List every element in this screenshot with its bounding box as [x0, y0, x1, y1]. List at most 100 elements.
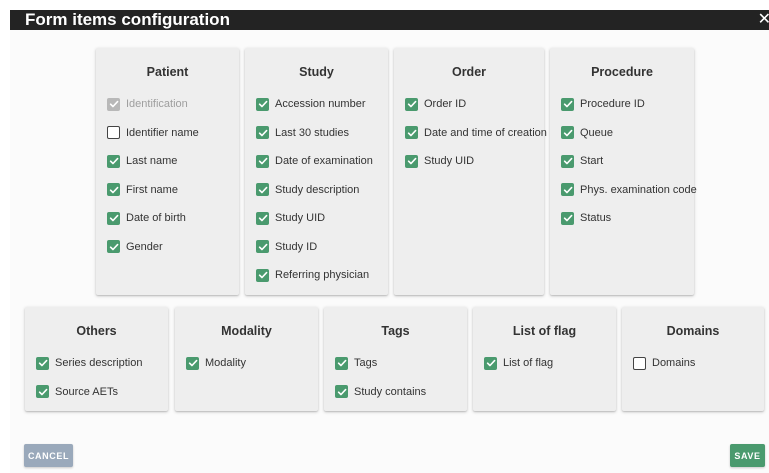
checkbox-label: Tags	[354, 357, 378, 369]
group-title: Others	[76, 324, 117, 338]
checkbox-item[interactable]: Identifier name	[107, 125, 199, 141]
checkbox-item[interactable]: Source AETs	[36, 384, 118, 400]
checkbox-checked-icon[interactable]	[36, 356, 49, 370]
checkbox-checked-icon[interactable]	[561, 183, 574, 196]
group-card-procedure: Procedure Procedure ID Queue Start Phys. exa…	[550, 48, 697, 295]
checkbox-label: Start	[580, 155, 604, 167]
cancel-button[interactable]: CANCEL	[24, 444, 73, 467]
checkbox-item[interactable]: Accession number	[256, 96, 366, 112]
checkbox-item[interactable]: Last name	[107, 153, 177, 169]
checkbox-item[interactable]: Modality	[186, 355, 246, 371]
checkbox-item[interactable]: Date of examination	[256, 153, 373, 169]
checkbox-item[interactable]: Gender	[107, 239, 163, 255]
checkbox-checked-icon[interactable]	[561, 97, 574, 111]
checkbox-item[interactable]: Phys. examination code	[561, 182, 697, 198]
checkbox-item[interactable]: First name	[107, 182, 178, 198]
checkbox-checked-icon[interactable]	[256, 154, 269, 168]
checkbox-unchecked-icon[interactable]	[107, 126, 120, 139]
checkbox-label: Queue	[580, 126, 614, 139]
checkbox-item[interactable]: Tags	[335, 355, 377, 371]
dialog-title: Form items configuration	[25, 10, 230, 29]
checkbox-label: Source AETs	[55, 385, 118, 398]
group-card-tags: Tags Tags Study contains	[324, 307, 467, 411]
group-title: Modality	[221, 324, 272, 338]
checkbox-checked-icon[interactable]	[405, 97, 418, 111]
checkbox-checked-icon	[107, 97, 120, 111]
group-title: Patient	[146, 65, 189, 79]
checkbox-checked-icon[interactable]	[107, 183, 120, 196]
checkbox-label: Procedure ID	[580, 98, 645, 110]
checkbox-item[interactable]: Domains	[633, 355, 695, 371]
checkbox-unchecked-icon[interactable]	[633, 356, 646, 370]
checkbox-checked-icon[interactable]	[256, 97, 269, 111]
checkbox-label: List of flag	[503, 357, 554, 369]
checkbox-item[interactable]: List of flag	[484, 355, 553, 371]
group-card-list-of-flag: List of flag List of flag	[473, 307, 616, 411]
checkbox-item[interactable]: Study UID	[405, 153, 474, 169]
checkbox-checked-icon[interactable]	[107, 240, 120, 253]
checkbox-checked-icon[interactable]	[107, 211, 120, 225]
checkbox-item[interactable]: Date and time of creation	[405, 125, 547, 141]
checkbox-checked-icon[interactable]	[405, 154, 418, 168]
checkbox-item[interactable]: Date of birth	[107, 210, 186, 226]
checkbox-checked-icon[interactable]	[561, 126, 574, 139]
checkbox-label: Study contains	[354, 385, 427, 398]
checkbox-label: Status	[580, 212, 612, 224]
group-card-others: Others Series description Source AETs	[25, 307, 168, 411]
checkbox-label: Phys. examination code	[580, 183, 697, 196]
checkbox-checked-icon[interactable]	[405, 126, 418, 139]
checkbox-checked-icon[interactable]	[256, 268, 269, 282]
checkbox-item[interactable]: Referring physician	[256, 267, 369, 283]
checkbox-item[interactable]: Series description	[36, 355, 142, 371]
group-card-study: Study Accession number Last 30 studies Date…	[245, 48, 388, 295]
checkbox-label: Last 30 studies	[275, 126, 349, 139]
checkbox-item[interactable]: Procedure ID	[561, 96, 645, 112]
checkbox-label: Date of birth	[126, 212, 186, 224]
checkbox-item[interactable]: Status	[561, 210, 611, 226]
checkbox-item[interactable]: Study contains	[335, 384, 426, 400]
checkbox-label: Domains	[652, 357, 696, 369]
checkbox-checked-icon[interactable]	[561, 211, 574, 225]
checkbox-checked-icon[interactable]	[484, 356, 497, 370]
checkbox-item[interactable]: Study ID	[256, 239, 317, 255]
dialog-header: Form items configuration ✕	[10, 10, 769, 30]
checkbox-checked-icon[interactable]	[256, 126, 269, 139]
checkbox-label: Date of examination	[275, 155, 373, 167]
checkbox-label: Identification	[126, 98, 188, 110]
checkbox-item[interactable]: Last 30 studies	[256, 125, 349, 141]
checkbox-checked-icon[interactable]	[335, 385, 348, 398]
checkbox-label: Order ID	[424, 98, 467, 110]
checkbox-item[interactable]: Study description	[256, 182, 359, 198]
checkbox-checked-icon[interactable]	[256, 240, 269, 253]
checkbox-label: Series description	[55, 357, 143, 369]
group-title: Domains	[666, 324, 720, 338]
save-button[interactable]: SAVE	[730, 444, 765, 467]
checkbox-checked-icon[interactable]	[36, 385, 49, 398]
checkbox-label: Identifier name	[126, 126, 199, 139]
checkbox-label: Study description	[275, 183, 360, 196]
checkbox-checked-icon[interactable]	[107, 154, 120, 168]
checkbox-checked-icon[interactable]	[186, 356, 199, 370]
checkbox-label: Study ID	[275, 240, 318, 253]
group-card-modality: Modality Modality	[175, 307, 318, 411]
group-title: Order	[451, 65, 487, 79]
checkbox-item[interactable]: Queue	[561, 125, 613, 141]
checkbox-item[interactable]: Start	[561, 153, 603, 169]
checkbox-label: First name	[126, 183, 178, 196]
checkbox-label: Study UID	[424, 155, 475, 167]
group-title: Study	[299, 65, 334, 79]
group-card-order: Order Order ID Date and time of creation St…	[394, 48, 547, 295]
group-title: Procedure	[591, 65, 653, 79]
checkbox-label: Date and time of creation	[424, 126, 547, 139]
checkbox-checked-icon[interactable]	[256, 183, 269, 196]
checkbox-label: Study UID	[275, 212, 326, 224]
checkbox-item[interactable]: Order ID	[405, 96, 466, 112]
checkbox-item: Identification	[107, 96, 188, 112]
checkbox-item[interactable]: Study UID	[256, 210, 325, 226]
checkbox-label: Gender	[126, 240, 163, 253]
checkbox-checked-icon[interactable]	[256, 211, 269, 225]
close-icon[interactable]: ✕	[758, 10, 769, 30]
checkbox-label: Referring physician	[275, 269, 370, 281]
checkbox-checked-icon[interactable]	[335, 356, 348, 370]
checkbox-checked-icon[interactable]	[561, 154, 574, 168]
